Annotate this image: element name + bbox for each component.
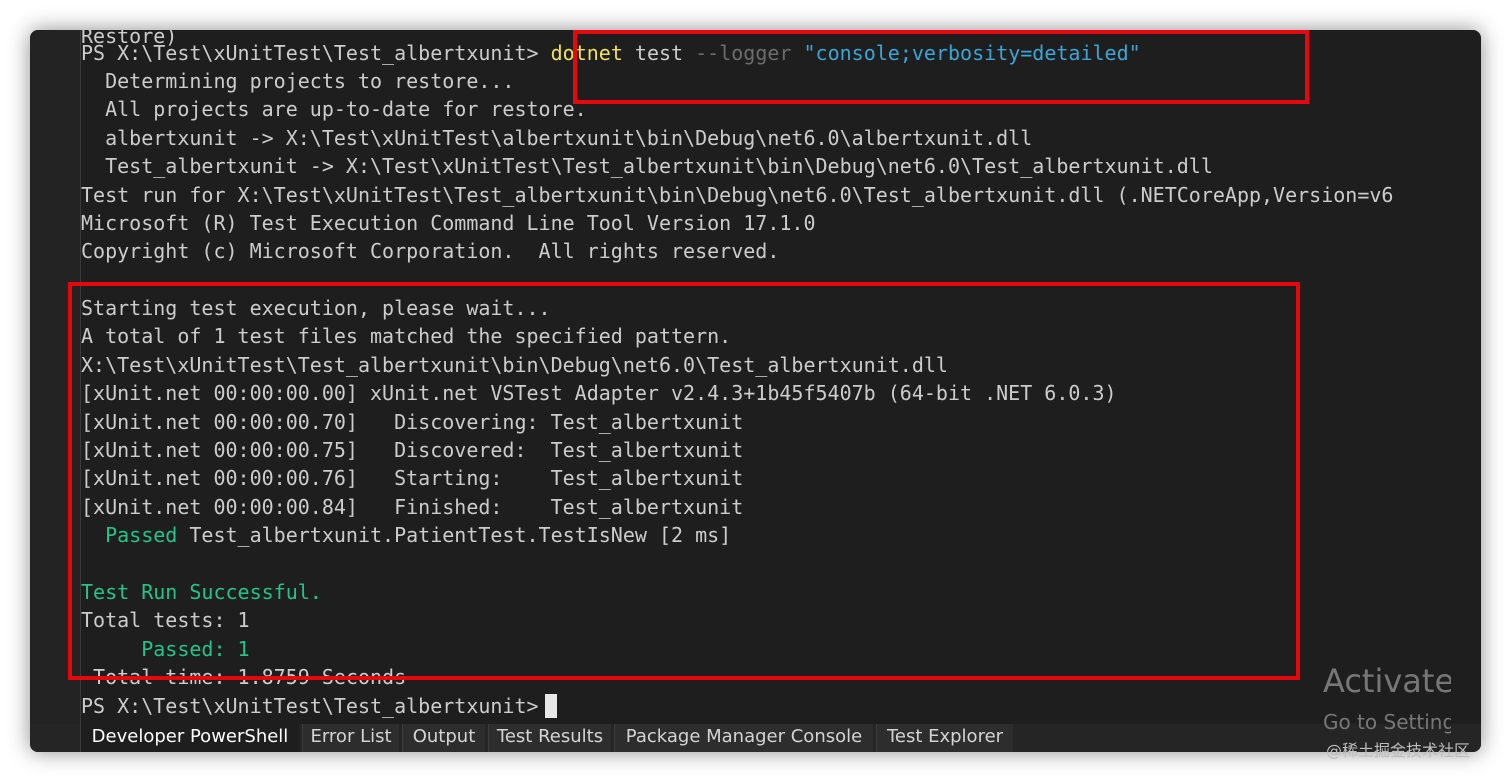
terminal-window: Restore) PS X:\Test\xUnitTest\Test_alber…	[30, 30, 1481, 752]
tab-test-results[interactable]: Test Results	[488, 724, 611, 752]
tab-output[interactable]: Output	[402, 724, 485, 752]
terminal-line: All projects are up-to-date for restore.	[81, 97, 587, 121]
activate-windows-title: Activate Windows	[1323, 662, 1451, 700]
terminal-line: Copyright (c) Microsoft Corporation. All…	[81, 239, 780, 263]
site-watermark: @稀土掘金技术社区	[1326, 741, 1471, 760]
terminal-line: Determining projects to restore...	[81, 69, 515, 93]
terminal-line: Microsoft (R) Test Execution Command Lin…	[81, 211, 816, 235]
text-cursor	[544, 694, 557, 718]
terminal-line: Test run for X:\Test\xUnitTest\Test_albe…	[81, 183, 1394, 207]
prompt-path: PS X:\Test\xUnitTest\Test_albertxunit>	[81, 41, 539, 65]
terminal-line: albertxunit -> X:\Test\xUnitTest\albertx…	[81, 126, 1033, 150]
command-highlight-box	[573, 30, 1309, 104]
output-highlight-box	[68, 282, 1300, 680]
final-prompt-line[interactable]: PS X:\Test\xUnitTest\Test_albertxunit>	[81, 692, 557, 720]
final-prompt: PS X:\Test\xUnitTest\Test_albertxunit>	[81, 694, 539, 718]
tab-developer-powershell[interactable]: Developer PowerShell	[80, 724, 299, 752]
tab-package-manager-console[interactable]: Package Manager Console	[614, 724, 873, 752]
tool-window-tabs: Developer PowerShell Error List Output T…	[30, 724, 1481, 752]
tab-test-explorer[interactable]: Test Explorer	[876, 724, 1013, 752]
activate-windows-subtitle: Go to Settings to activate Windows.	[1323, 710, 1451, 734]
terminal-line: Test_albertxunit -> X:\Test\xUnitTest\Te…	[81, 154, 1213, 178]
tab-error-list[interactable]: Error List	[302, 724, 399, 752]
